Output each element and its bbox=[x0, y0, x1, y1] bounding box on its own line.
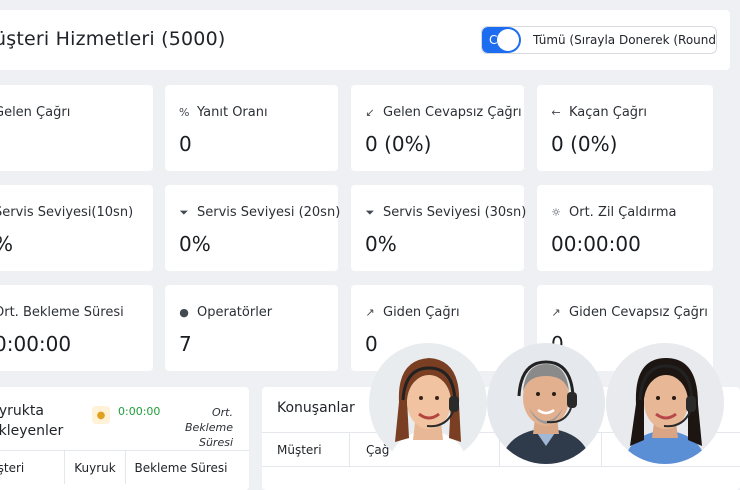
card-label: Giden Cevapsız Çağrı bbox=[569, 305, 708, 320]
stat-card-missed-incoming: ↙ Gelen Cevapsız Çağrı 0 (0%) bbox=[351, 85, 524, 171]
bulb-icon: ● bbox=[92, 406, 110, 424]
card-value: 0 bbox=[365, 332, 378, 356]
column-header-queue[interactable]: Kuyruk bbox=[65, 451, 126, 484]
agent-avatar-woman-2 bbox=[606, 342, 724, 464]
card-label: Gelen Çağrı bbox=[0, 105, 71, 120]
outgoing-call-icon: ↗ bbox=[365, 306, 375, 319]
missed-incoming-icon: ↙ bbox=[365, 106, 375, 119]
card-label: Servis Seviyesi (20sn) bbox=[197, 205, 341, 220]
outgoing-call-icon: ↗ bbox=[551, 306, 561, 319]
stat-card-incoming: Gelen Çağrı bbox=[0, 85, 153, 171]
page-title: üşteri Hizmetleri (5000) bbox=[0, 28, 226, 50]
queue-table-header: üşteri Kuyruk Bekleme Süresi bbox=[0, 450, 249, 484]
stat-card-operators: ● Operatörler 7 bbox=[165, 285, 338, 371]
card-value: % bbox=[0, 232, 13, 256]
queue-filter-select[interactable]: Tümü (Sırayla Donerek (Round bbox=[521, 33, 716, 47]
column-header-customer[interactable]: Müşteri bbox=[262, 433, 350, 466]
toggle-knob bbox=[497, 29, 520, 51]
queue-wait-label: Ort. Bekleme Süresi bbox=[185, 406, 233, 449]
card-label: Operatörler bbox=[197, 305, 273, 320]
queue-panel-title: uyrukta ekleyenler bbox=[0, 403, 64, 439]
talking-panel-title: Konuşanlar bbox=[277, 400, 355, 416]
card-value: 0 (0%) bbox=[551, 132, 618, 156]
arrow-left-icon: ← bbox=[551, 106, 561, 119]
card-value: 7 bbox=[179, 332, 192, 356]
stat-card-avg-ring: ☼ Ort. Zil Çaldırma 00:00:00 bbox=[537, 185, 713, 271]
card-value: 0:00:00 bbox=[0, 332, 72, 356]
card-label: Ort. Zil Çaldırma bbox=[569, 205, 677, 220]
waiting-queue-panel: uyrukta ekleyenler ● 0:00:00 Ort. Beklem… bbox=[0, 387, 249, 490]
column-header-customer[interactable]: üşteri bbox=[0, 451, 65, 484]
location-pin-icon: ● bbox=[179, 306, 189, 319]
queue-wait-time: 0:00:00 bbox=[118, 405, 161, 418]
card-label: Servis Seviyesi(10sn) bbox=[0, 205, 134, 220]
stat-card-answer-rate: % Yanıt Oranı 0 bbox=[165, 85, 338, 171]
column-header-wait-time[interactable]: Bekleme Süresi bbox=[126, 451, 236, 484]
card-value: 0 bbox=[179, 132, 192, 156]
percent-icon: % bbox=[179, 106, 190, 119]
card-value: 0 (0%) bbox=[365, 132, 432, 156]
sun-icon: ☼ bbox=[551, 206, 561, 219]
agent-avatar-woman bbox=[369, 342, 487, 464]
card-label: Gelen Cevapsız Çağrı bbox=[383, 105, 522, 120]
card-value: 0% bbox=[365, 232, 397, 256]
card-label: Servis Seviyesi (30sn) bbox=[383, 205, 527, 220]
card-value: 00:00:00 bbox=[551, 232, 641, 256]
live-toggle[interactable]: Canlı bbox=[482, 27, 522, 53]
view-controls: Canlı Tümü (Sırayla Donerek (Round bbox=[481, 26, 717, 54]
card-label: Kaçan Çağrı bbox=[569, 105, 647, 120]
stat-card-service-level-10: Servis Seviyesi(10sn) % bbox=[0, 185, 153, 271]
stat-card-service-level-20: ⏷ Servis Seviyesi (20sn) 0% bbox=[165, 185, 341, 271]
filter-icon: ⏷ bbox=[365, 205, 375, 219]
card-label: Yanıt Oranı bbox=[197, 105, 268, 120]
stat-card-service-level-30: ⏷ Servis Seviyesi (30sn) 0% bbox=[351, 185, 527, 271]
stat-card-avg-wait: Ort. Bekleme Süresi 0:00:00 bbox=[0, 285, 153, 371]
card-label: Giden Çağrı bbox=[383, 305, 460, 320]
card-value: 0% bbox=[179, 232, 211, 256]
table-row bbox=[262, 466, 740, 490]
agent-avatar-man bbox=[487, 342, 605, 464]
card-label: Ort. Bekleme Süresi bbox=[0, 305, 124, 320]
stat-card-lost: ← Kaçan Çağrı 0 (0%) bbox=[537, 85, 713, 171]
filter-icon: ⏷ bbox=[179, 205, 189, 219]
